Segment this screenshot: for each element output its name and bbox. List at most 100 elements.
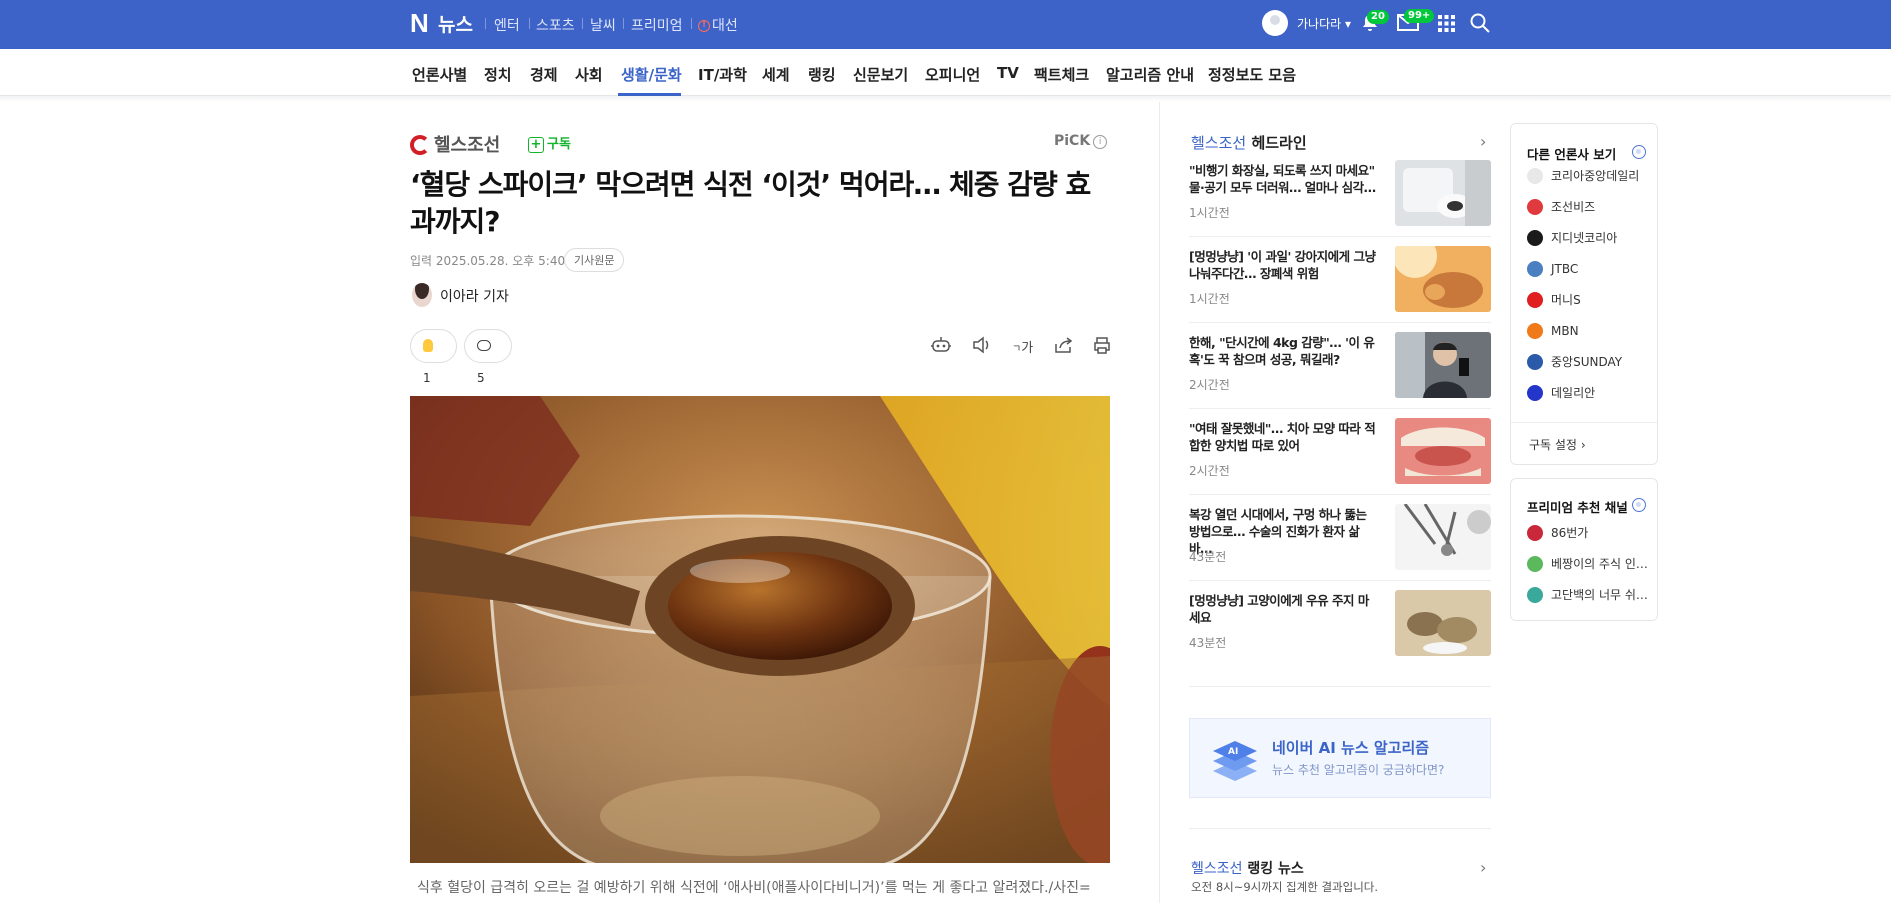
tab-ranking[interactable]: 랭킹 [808,64,836,85]
print-icon[interactable] [1092,336,1112,358]
tab-life-culture[interactable]: 생활/문화 [621,64,682,85]
naver-logo[interactable]: N [410,10,429,36]
headline-section-title[interactable]: 헬스조선 헤드라인 [1191,132,1307,153]
refresh-icon[interactable] [1632,498,1646,512]
press-item[interactable]: JTBC [1527,259,1578,279]
headline-item-title[interactable]: "여태 잘못했네"… 치아 모양 따라 적합한 양치법 따로 있어 [1189,420,1379,454]
press-item[interactable]: 머니S [1527,290,1581,310]
ranking-section-title[interactable]: 헬스조선 랭킹 뉴스 [1191,858,1304,878]
tab-factcheck[interactable]: 팩트체크 [1034,64,1089,85]
nav-divider [582,18,583,29]
headline-item-time: 43분전 [1189,550,1227,564]
font-size-icon[interactable]: ㄱ가 [1012,337,1033,356]
headline-item-time: 43분전 [1189,636,1227,650]
speaker-icon[interactable] [972,336,992,358]
original-article-button[interactable]: 기사원문 [564,248,625,272]
nav-premium[interactable]: 프리미엄 [631,15,683,35]
share-icon[interactable] [1054,336,1074,358]
nav-election[interactable]: ! 대선 [698,15,738,35]
headline-thumbnail[interactable] [1395,590,1491,656]
press-logo-icon [1527,230,1543,246]
tab-it-science[interactable]: IT/과학 [698,64,747,85]
headline-item-title[interactable]: [멍멍냥냥] '이 과일' 강아지에게 그냥 나눠주다간… 장폐색 위험 [1189,248,1379,282]
headline-item-time: 2시간전 [1189,464,1230,478]
headline-item[interactable]: "비행기 화장실, 되도록 쓰지 마세요" 물·공기 모두 더러워… 얼마나 심… [1189,160,1491,230]
press-name: 데일리안 [1551,386,1596,400]
reporter-name[interactable]: 이아라 기자 [440,286,509,306]
headline-thumbnail[interactable] [1395,418,1491,484]
headline-item[interactable]: 한해, "단시간에 4kg 감량"… '이 유혹'도 꾹 참으며 성공, 뭐길래… [1189,332,1491,402]
premium-item[interactable]: 베짱이의 주식 인… [1527,554,1648,574]
press-item[interactable]: MBN [1527,321,1579,341]
tab-world[interactable]: 세계 [762,64,790,85]
nav-entertainment[interactable]: 엔터 [494,15,520,35]
tab-corrections[interactable]: 정정보도 모음 [1208,64,1296,85]
ai-algorithm-banner[interactable]: AI 네이버 AI 뉴스 알고리즘 뉴스 추천 알고리즘이 궁금하다면? [1189,718,1491,798]
press-logo-icon [1527,261,1543,277]
ai-stack-icon: AI [1210,731,1260,787]
reporter-avatar[interactable] [412,283,432,307]
refresh-icon[interactable] [1632,145,1646,159]
comment-button[interactable]: 5 [464,329,512,385]
press-logo-icon [1527,354,1543,370]
headline-item[interactable]: [멍멍냥냥] 고양이에게 우유 주지 마세요 43분전 [1189,590,1491,660]
headline-thumbnail[interactable] [1395,332,1491,398]
subscription-settings-link[interactable]: 구독 설정 › [1529,436,1586,453]
press-item[interactable]: 조선비즈 [1527,197,1595,217]
headline-item[interactable]: 복강 열던 시대에서, 구멍 하나 뚫는 방법으로… 수술의 진화가 환자 삶 … [1189,504,1491,574]
user-name-menu[interactable]: 가나다라 ▾ [1297,15,1351,32]
premium-item[interactable]: 고단백의 너무 쉬… [1527,585,1648,605]
headline-thumbnail[interactable] [1395,160,1491,226]
tab-economy[interactable]: 경제 [530,64,558,85]
tab-by-publisher[interactable]: 언론사별 [412,64,467,85]
headline-item-title[interactable]: 한해, "단시간에 4kg 감량"… '이 유혹'도 꾹 참으며 성공, 뭐길래… [1189,334,1379,368]
chevron-right-icon[interactable]: › [1480,132,1486,151]
publisher-logo[interactable]: 헬스조선 [410,131,500,157]
press-name: 머니S [1551,293,1581,307]
comment-icon [477,340,491,351]
news-service-title[interactable]: 뉴스 [438,10,473,37]
press-item[interactable]: 지디넷코리아 [1527,228,1617,248]
channel-logo-icon [1527,525,1543,541]
tab-newspaper[interactable]: 신문보기 [853,64,908,85]
press-logo-icon [1527,199,1543,215]
user-name: 가나다라 [1297,17,1342,31]
pick-label[interactable]: PiCK i [1054,133,1108,149]
press-item[interactable]: 중앙SUNDAY [1527,352,1622,372]
avatar[interactable] [1262,10,1288,36]
headline-item[interactable]: "여태 잘못했네"… 치아 모양 따라 적합한 양치법 따로 있어 2시간전 [1189,418,1491,488]
tab-algorithm-info[interactable]: 알고리즘 안내 [1106,64,1194,85]
press-item[interactable]: 데일리안 [1527,383,1595,403]
headline-thumbnail[interactable] [1395,504,1491,570]
tab-politics[interactable]: 정치 [484,64,512,85]
divider [1189,408,1491,409]
tab-society[interactable]: 사회 [575,64,603,85]
summary-bot-icon[interactable] [930,336,952,358]
article-title: ‘혈당 스파이크’ 막으려면 식전 ‘이것’ 먹어라… 체중 감량 효과까지? [410,168,1091,238]
publisher-logo-icon [410,135,430,155]
reaction-button[interactable]: 1 [410,329,457,385]
info-icon[interactable]: i [1093,135,1108,149]
apps-grid-icon[interactable] [1438,15,1455,36]
divider [1189,686,1491,687]
premium-channel-title: 프리미엄 추천 채널 [1527,500,1628,515]
headline-publisher: 헬스조선 [1191,134,1247,152]
ranking-subtitle: 오전 8시~9시까지 집계한 결과입니다. [1191,880,1379,894]
headline-item-title[interactable]: [멍멍냥냥] 고양이에게 우유 주지 마세요 [1189,592,1379,626]
tab-opinion[interactable]: 오피니언 [925,64,980,85]
divider [1189,322,1491,323]
nav-sports[interactable]: 스포츠 [536,15,575,35]
subscribe-button[interactable]: + 구독 [528,133,571,153]
nav-weather[interactable]: 날씨 [590,15,616,35]
chevron-right-icon[interactable]: › [1480,858,1486,877]
date-label: 입력 [410,254,433,268]
press-item[interactable]: 코리아중앙데일리 [1527,166,1639,186]
headline-item[interactable]: [멍멍냥냥] '이 과일' 강아지에게 그냥 나눠주다간… 장폐색 위험 1시간… [1189,246,1491,316]
lightbulb-icon [423,339,433,352]
search-icon[interactable] [1470,13,1490,37]
article-photo[interactable] [410,396,1110,863]
premium-item[interactable]: 86번가 [1527,523,1588,543]
tab-tv[interactable]: TV [997,64,1019,82]
headline-item-title[interactable]: "비행기 화장실, 되도록 쓰지 마세요" 물·공기 모두 더러워… 얼마나 심… [1189,162,1379,196]
headline-thumbnail[interactable] [1395,246,1491,312]
